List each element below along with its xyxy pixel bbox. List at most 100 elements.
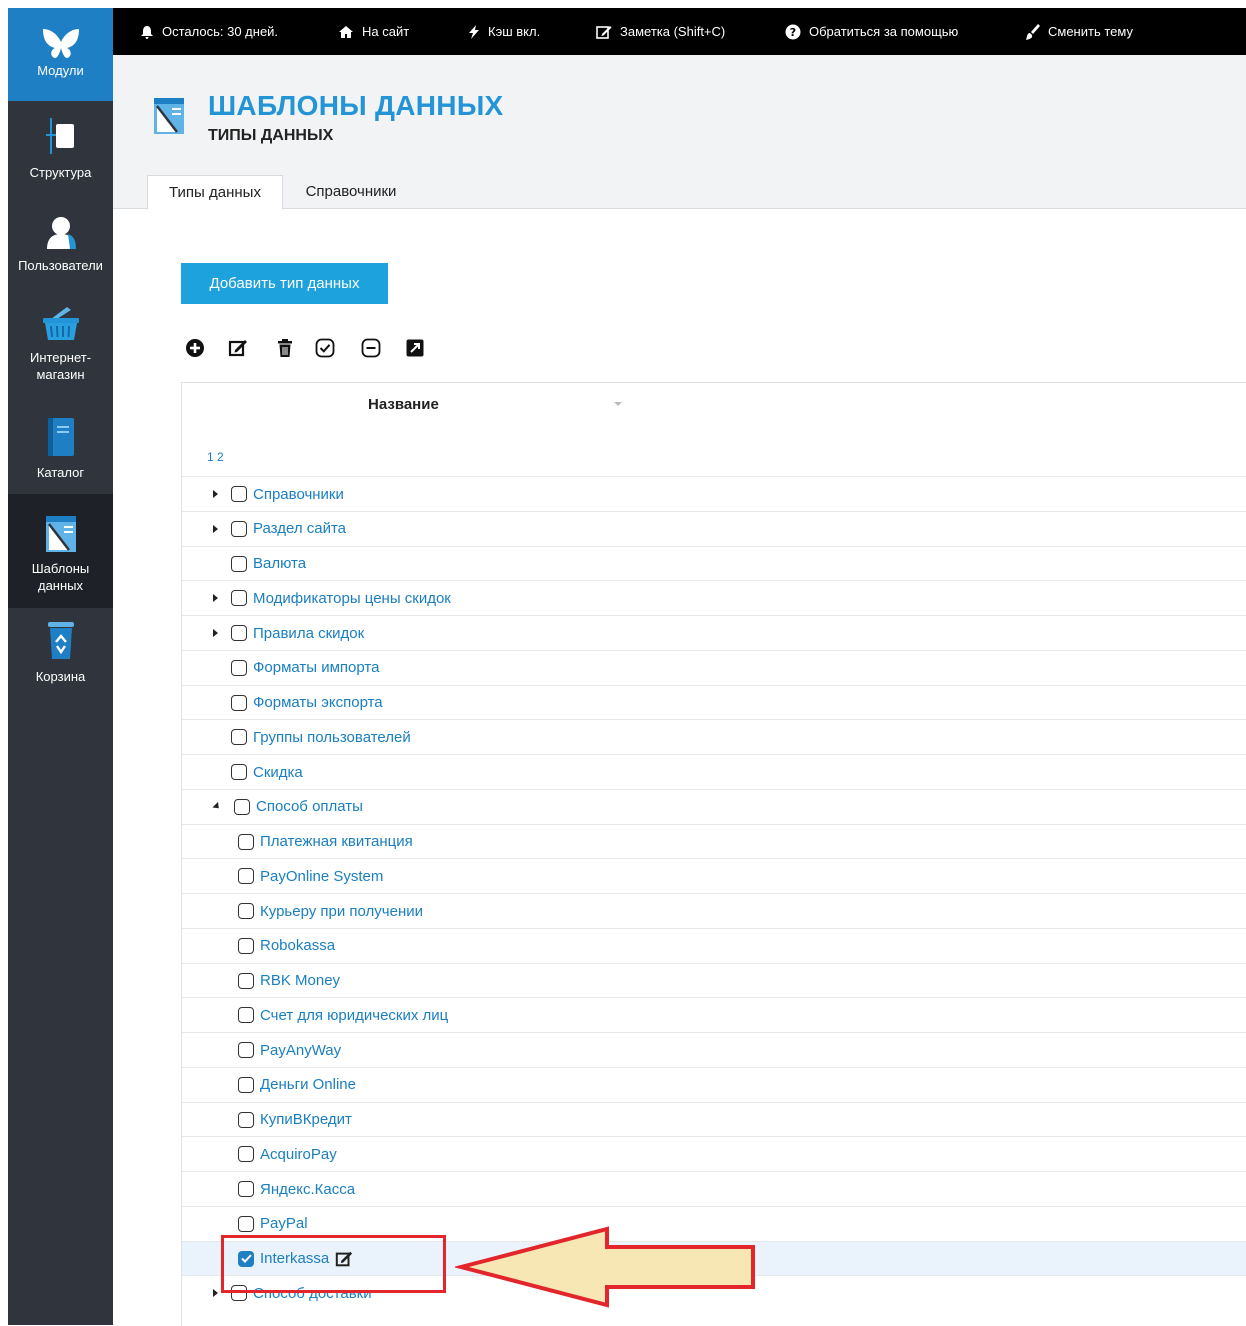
- row-checkbox[interactable]: [238, 1215, 254, 1232]
- row-checkbox[interactable]: [238, 972, 254, 989]
- sort-caret-icon[interactable]: [614, 402, 622, 406]
- row-link[interactable]: Форматы экспорта: [253, 694, 383, 711]
- sidebar-item-catalog[interactable]: Каталог: [8, 418, 113, 490]
- row-checkbox[interactable]: [231, 520, 247, 537]
- table-row[interactable]: Валюта: [182, 545, 1246, 581]
- table-row[interactable]: Форматы импорта: [182, 649, 1246, 685]
- help-icon: ?: [785, 24, 801, 39]
- expand-toggle-icon[interactable]: [213, 629, 218, 637]
- row-checkbox[interactable]: [231, 694, 247, 711]
- sidebar-item-structure[interactable]: Структура: [8, 118, 113, 198]
- note-button[interactable]: Заметка (Shift+C): [596, 8, 725, 55]
- row-link[interactable]: Способ оплаты: [256, 798, 363, 815]
- change-theme-link[interactable]: Сменить тему: [1026, 8, 1133, 55]
- row-link[interactable]: Счет для юридических лиц: [260, 1007, 448, 1024]
- external-link-icon[interactable]: [405, 338, 425, 358]
- row-checkbox[interactable]: [238, 1111, 254, 1128]
- sidebar-item-shop[interactable]: Интернет- магазин: [8, 305, 113, 395]
- add-data-type-button[interactable]: Добавить тип данных: [181, 263, 388, 304]
- row-link[interactable]: Модификаторы цены скидок: [253, 590, 451, 607]
- row-link[interactable]: Раздел сайта: [253, 520, 346, 537]
- expand-toggle-icon[interactable]: [213, 490, 218, 498]
- edit-icon[interactable]: [228, 338, 248, 358]
- row-link[interactable]: Курьеру при получении: [260, 903, 423, 920]
- row-checkbox[interactable]: [238, 903, 254, 919]
- expand-toggle-icon[interactable]: [213, 1289, 218, 1298]
- table-row[interactable]: PayOnline System: [182, 858, 1246, 893]
- sidebar-item-users[interactable]: Пользователи: [8, 215, 113, 295]
- row-checkbox[interactable]: [238, 1007, 254, 1024]
- table-row[interactable]: Модификаторы цены скидок: [182, 580, 1246, 615]
- row-link[interactable]: Платежная квитанция: [260, 833, 413, 850]
- bolt-icon: [469, 24, 479, 39]
- to-site-link[interactable]: На сайт: [338, 8, 409, 55]
- minus-circle-icon[interactable]: [361, 338, 381, 358]
- sidebar-item-trash[interactable]: Корзина: [8, 620, 113, 692]
- table-row[interactable]: Яндекс.Касса: [182, 1171, 1246, 1206]
- row-link[interactable]: AcquiroPay: [260, 1146, 337, 1163]
- row-link[interactable]: RBK Money: [260, 972, 340, 989]
- table-row[interactable]: Скидка: [182, 754, 1246, 789]
- row-link[interactable]: PayAnyWay: [260, 1042, 341, 1059]
- row-link[interactable]: КупиВКредит: [260, 1111, 352, 1128]
- row-link[interactable]: Правила скидок: [253, 625, 364, 642]
- table-row[interactable]: Способ оплаты: [182, 788, 1246, 824]
- row-checkbox[interactable]: [231, 486, 247, 502]
- expand-toggle-icon[interactable]: [212, 802, 222, 812]
- row-checkbox[interactable]: [238, 868, 254, 885]
- table-row[interactable]: Платежная квитанция: [182, 823, 1246, 859]
- row-checkbox[interactable]: [238, 937, 254, 954]
- row-link[interactable]: Группы пользователей: [253, 729, 411, 746]
- row-checkbox[interactable]: [238, 1146, 254, 1163]
- table-row[interactable]: Деньги Online: [182, 1066, 1246, 1102]
- row-checkbox[interactable]: [234, 798, 250, 815]
- row-link[interactable]: Форматы импорта: [253, 659, 379, 676]
- table-row[interactable]: Курьеру при получении: [182, 893, 1246, 928]
- row-link[interactable]: Справочники: [253, 486, 344, 503]
- cache-toggle[interactable]: Кэш вкл.: [468, 8, 540, 55]
- row-checkbox[interactable]: [231, 729, 247, 746]
- row-checkbox[interactable]: [231, 625, 247, 641]
- row-checkbox[interactable]: [231, 659, 247, 676]
- row-checkbox[interactable]: [231, 764, 247, 780]
- row-checkbox[interactable]: [231, 590, 247, 607]
- row-link[interactable]: PayOnline System: [260, 868, 383, 885]
- row-checkbox[interactable]: [238, 1076, 254, 1093]
- row-checkbox[interactable]: [238, 1181, 254, 1197]
- row-link[interactable]: Robokassa: [260, 937, 335, 954]
- trial-days-link[interactable]: Осталось: 30 дней.: [140, 8, 278, 55]
- table-row[interactable]: Счет для юридических лиц: [182, 997, 1246, 1032]
- table-row[interactable]: КупиВКредит: [182, 1101, 1246, 1137]
- expand-toggle-icon[interactable]: [213, 594, 218, 603]
- table-row[interactable]: Robokassa: [182, 927, 1246, 963]
- table-row[interactable]: RBK Money: [182, 962, 1246, 998]
- pointer-arrow-icon: [455, 1226, 755, 1308]
- row-link[interactable]: Яндекс.Касса: [260, 1181, 355, 1198]
- row-checkbox[interactable]: [231, 555, 247, 572]
- row-link[interactable]: Валюта: [253, 555, 306, 572]
- tab-directories[interactable]: Справочники: [289, 175, 413, 208]
- check-circle-icon[interactable]: [315, 338, 335, 358]
- add-circle-icon[interactable]: [185, 338, 205, 358]
- basket-icon: [42, 307, 79, 340]
- tab-data-types[interactable]: Типы данных: [147, 175, 283, 210]
- table-row[interactable]: PayAnyWay: [182, 1032, 1246, 1067]
- column-header-name[interactable]: Название: [368, 396, 439, 413]
- table-row[interactable]: Справочники: [182, 476, 1246, 511]
- table-row[interactable]: AcquiroPay: [182, 1136, 1246, 1171]
- table-row[interactable]: Раздел сайта: [182, 510, 1246, 546]
- expand-toggle-icon[interactable]: [213, 524, 218, 533]
- row-link[interactable]: PayPal: [260, 1215, 308, 1232]
- table-row[interactable]: Группы пользователей: [182, 719, 1246, 754]
- table-row[interactable]: Форматы экспорта: [182, 684, 1246, 720]
- row-checkbox[interactable]: [238, 833, 254, 850]
- sidebar-item-data-templates[interactable]: Шаблоны данных: [8, 494, 113, 608]
- pagination[interactable]: 1 2: [207, 450, 224, 464]
- help-link[interactable]: ? Обратиться за помощью: [785, 8, 958, 55]
- table-row[interactable]: Правила скидок: [182, 615, 1246, 650]
- sidebar-item-modules[interactable]: Модули: [8, 8, 113, 101]
- delete-icon[interactable]: [275, 338, 295, 358]
- row-link[interactable]: Скидка: [253, 764, 303, 781]
- row-link[interactable]: Деньги Online: [260, 1076, 356, 1093]
- row-checkbox[interactable]: [238, 1042, 254, 1058]
